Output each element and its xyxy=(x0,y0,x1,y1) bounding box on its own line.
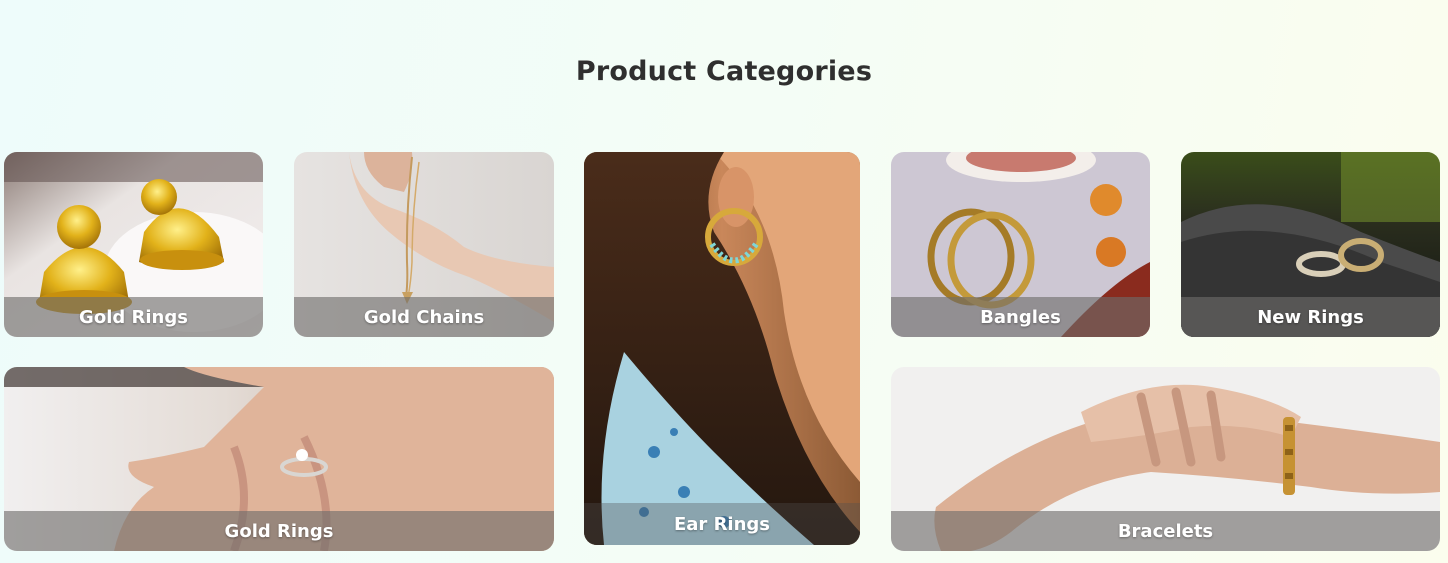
category-card-bangles[interactable]: Bangles xyxy=(891,152,1150,337)
category-label: Bracelets xyxy=(1117,521,1214,542)
category-label: Bangles xyxy=(980,307,1061,328)
category-card-gold-rings[interactable]: Gold Rings xyxy=(4,152,263,337)
category-card-gold-rings-wide[interactable]: Gold Rings xyxy=(4,367,554,551)
woman-wearing-hoop-earring-image xyxy=(584,152,860,545)
category-card-new-rings[interactable]: New Rings xyxy=(1181,152,1440,337)
category-label: Ear Rings xyxy=(673,514,771,535)
category-card-ear-rings[interactable]: Ear Rings xyxy=(584,152,860,545)
category-label: Gold Chains xyxy=(363,307,485,328)
category-label: New Rings xyxy=(1257,307,1364,328)
section-title: Product Categories xyxy=(575,56,873,87)
category-card-bracelets[interactable]: Bracelets xyxy=(891,367,1440,551)
category-card-gold-chains[interactable]: Gold Chains xyxy=(294,152,554,337)
category-label: Gold Rings xyxy=(224,521,334,542)
category-label: Gold Rings xyxy=(79,307,188,328)
